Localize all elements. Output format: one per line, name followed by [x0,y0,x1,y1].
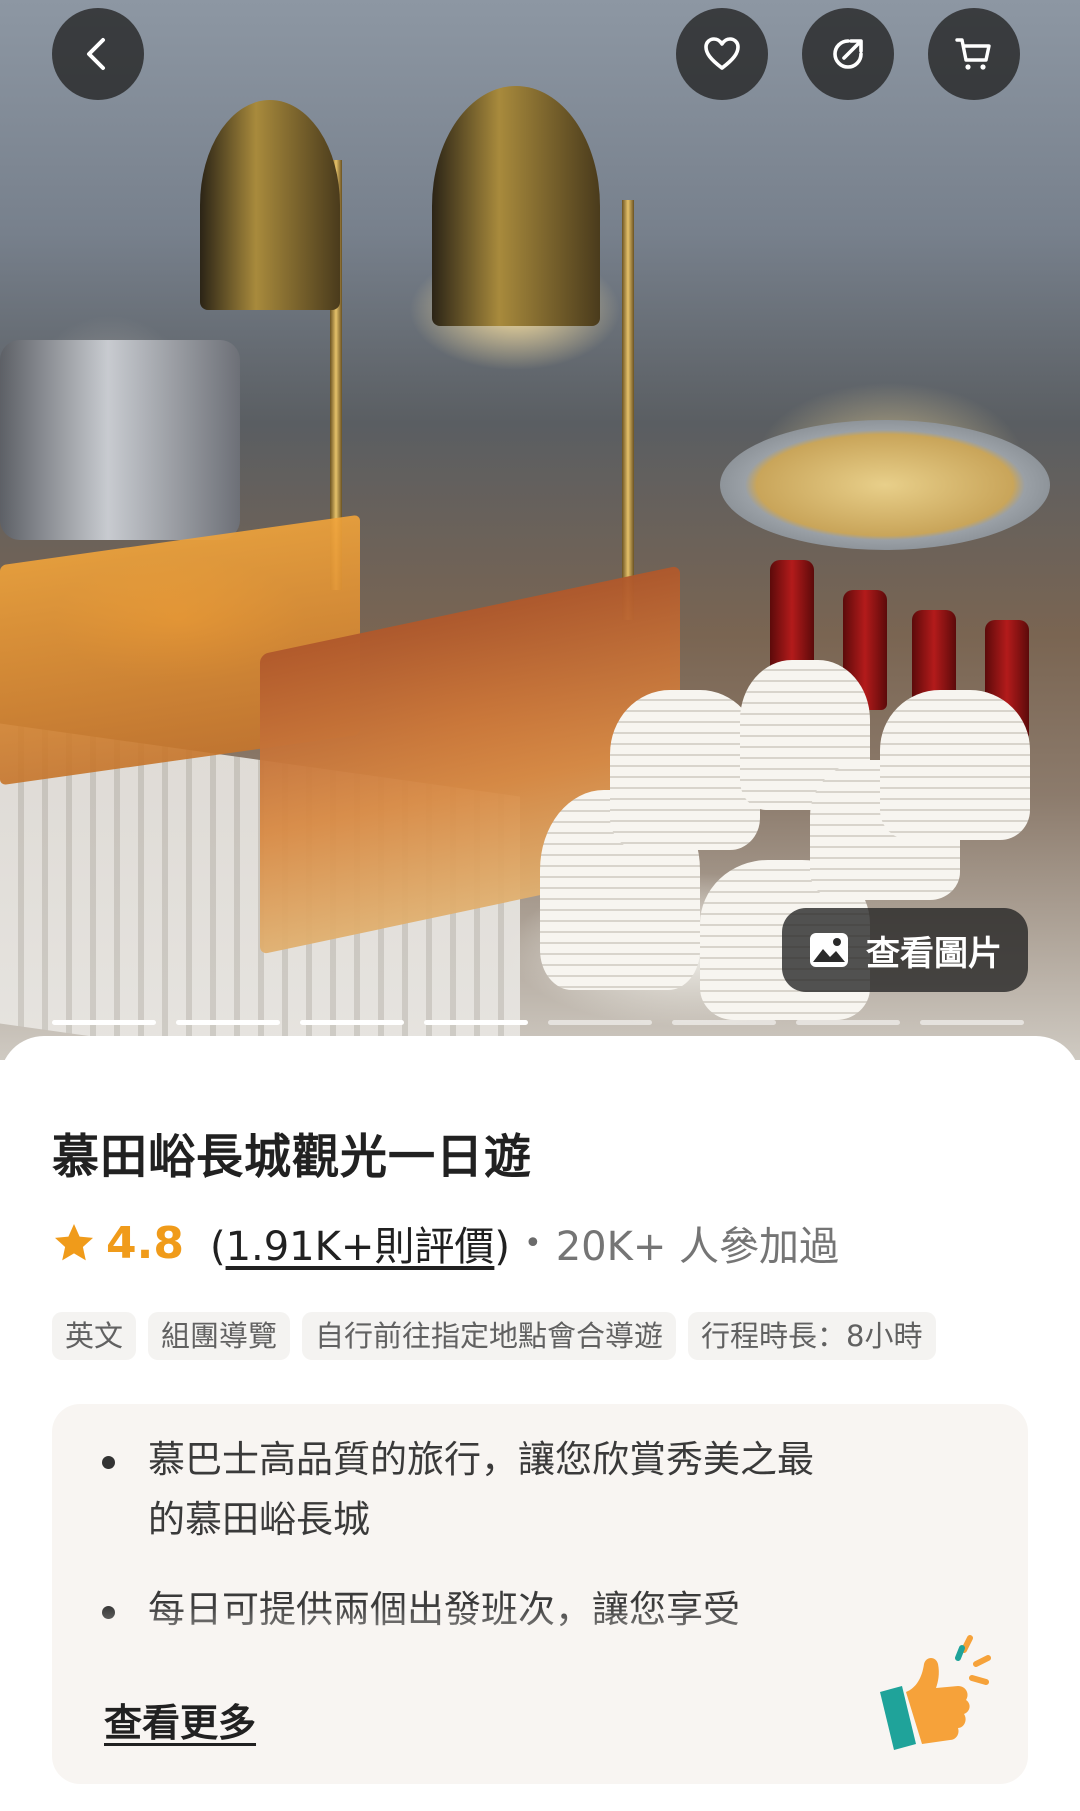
tag-duration: 行程時長：8小時 [688,1312,936,1360]
soup-pot [0,340,240,540]
highlight-text: 慕巴士高品質的旅行，讓您欣賞秀美之最的慕田峪長城 [148,1438,814,1541]
rating-score: 4.8 [106,1217,184,1269]
tag-tour-type: 組團導覽 [148,1312,291,1360]
reviews-count: 1.91K+則評價 [225,1224,495,1270]
carousel-indicator[interactable] [300,1020,404,1025]
participants-count: 20K+ 人參加過 [555,1224,840,1270]
carousel-indicator[interactable] [672,1020,776,1025]
carousel-indicators [52,1020,1024,1025]
tag-language: 英文 [52,1312,137,1360]
view-photos-label: 查看圖片 [866,933,1002,974]
plate-stack [610,690,760,850]
tag-meeting: 自行前往指定地點會合導遊 [302,1312,677,1360]
separator-dot: • [523,1225,542,1261]
heat-lamp [200,100,340,310]
highlights-card: 慕巴士高品質的旅行，讓您欣賞秀美之最的慕田峪長城 每日可提供兩個出發班次，讓您享… [52,1404,1028,1784]
heat-lamp-pole [622,200,634,620]
carousel-indicator[interactable] [424,1020,528,1025]
back-button[interactable] [52,8,144,100]
wishlist-button[interactable] [676,8,768,100]
reviews-close-paren: ) [494,1224,510,1270]
back-arrow-icon [87,38,105,70]
cart-icon [955,38,991,70]
star-icon [55,1224,93,1261]
share-icon [833,39,863,69]
share-button[interactable] [802,8,894,100]
carousel-indicator[interactable] [796,1020,900,1025]
product-title: 慕田峪長城觀光一日遊 [52,1130,532,1185]
carousel-indicator[interactable] [52,1020,156,1025]
plate-stack [880,690,1030,840]
reviews-open-paren: ( [209,1224,226,1270]
carousel-indicator[interactable] [176,1020,280,1025]
thumbs-up-icon [880,1635,991,1750]
see-more-link[interactable]: 查看更多 [104,1692,256,1747]
tag-list: 英文 組團導覽 自行前往指定地點會合導遊 行程時長：8小時 [52,1312,936,1360]
heat-lamp [432,86,600,326]
chafing-dish [720,420,1050,550]
reviews-link[interactable]: (1.91K+則評價) [210,1214,510,1272]
cart-button[interactable] [928,8,1020,100]
image-icon [810,933,848,967]
hero-photo[interactable] [0,0,1080,1060]
view-photos-button[interactable]: 查看圖片 [782,908,1028,992]
carousel-indicator[interactable] [920,1020,1024,1025]
highlight-item: 慕巴士高品質的旅行，讓您欣賞秀美之最的慕田峪長城 [102,1430,844,1550]
carousel-indicator[interactable] [548,1020,652,1025]
rating-row: 4.8 (1.91K+則評價) • 20K+ 人參加過 [52,1215,839,1271]
heart-icon [704,37,740,70]
